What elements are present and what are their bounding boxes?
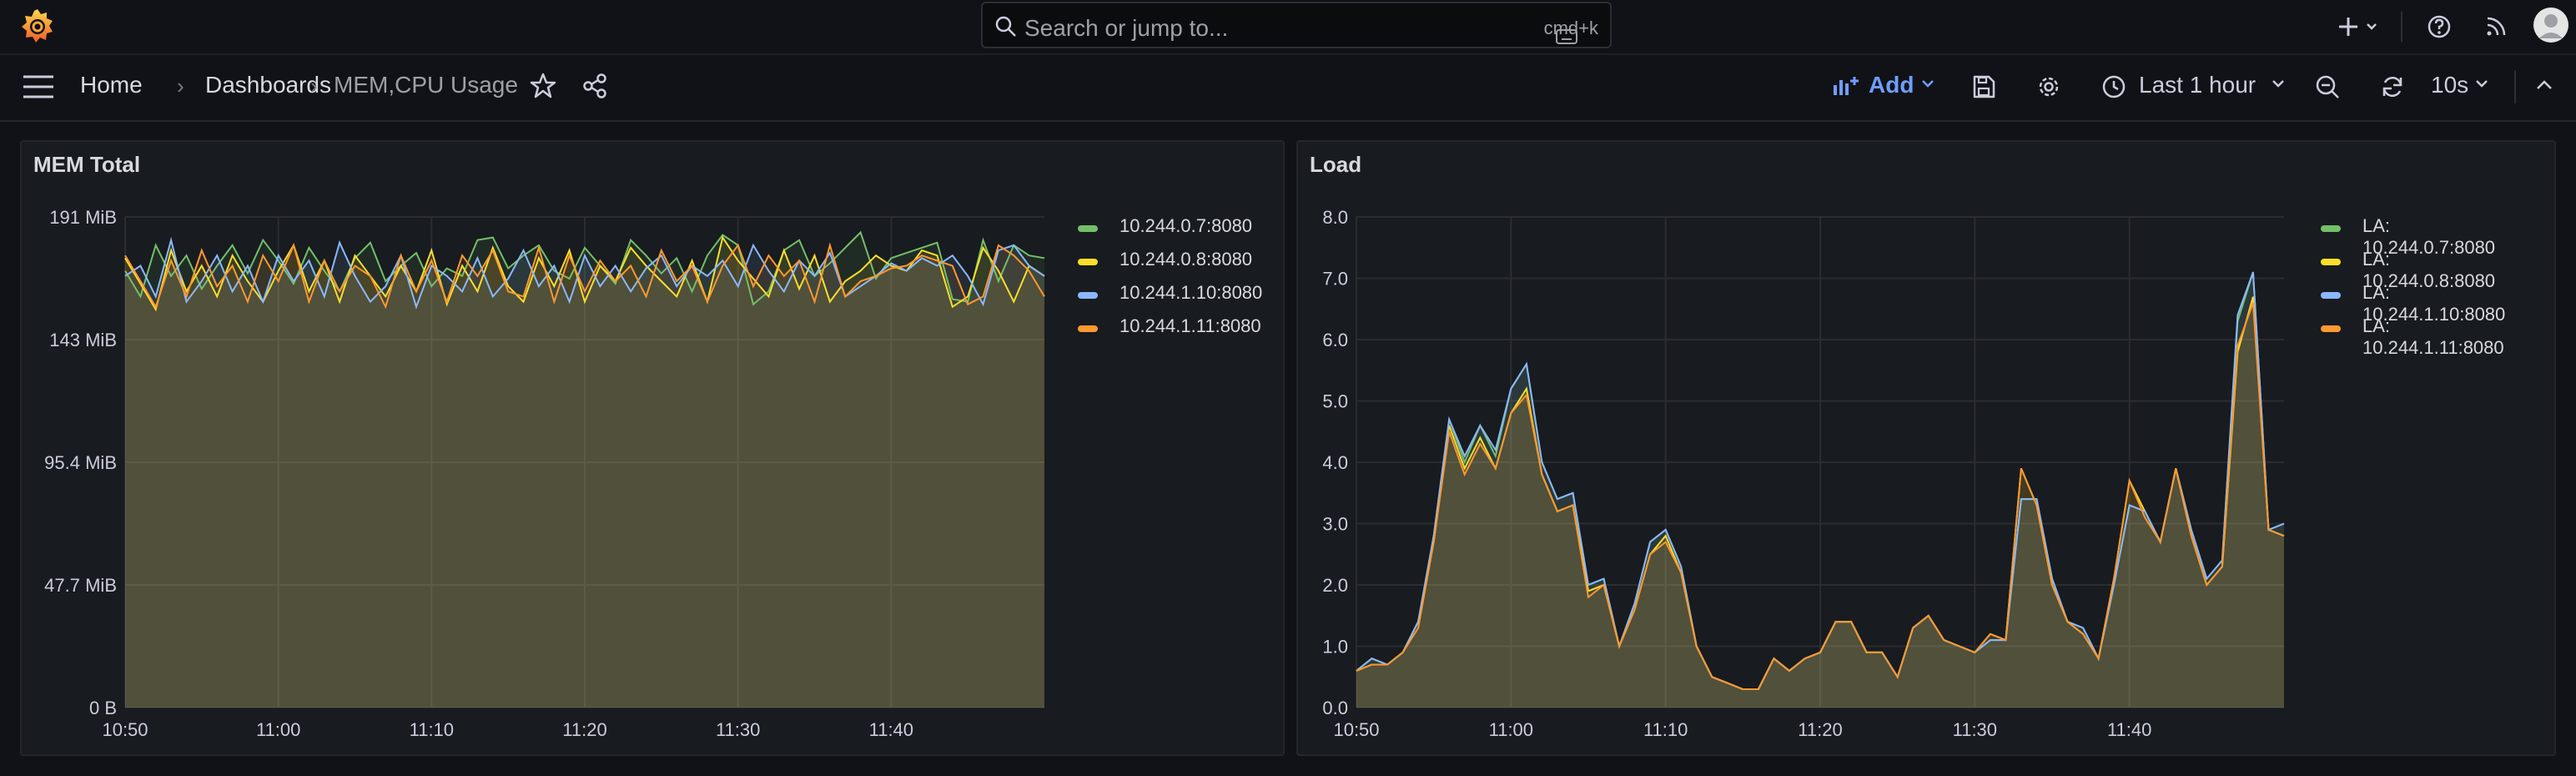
settings-button[interactable]: [2035, 73, 2062, 104]
zoom-out-button[interactable]: [2314, 73, 2341, 104]
legend-label: LA: 10.244.1.11:8080: [2362, 315, 2504, 358]
share-button[interactable]: [581, 72, 609, 104]
legend-swatch-icon: [1078, 225, 1098, 232]
save-dashboard-button[interactable]: [1970, 73, 1997, 104]
breadcrumb-current: MEM,CPU Usage: [334, 72, 518, 98]
help-button[interactable]: [2423, 10, 2456, 43]
legend-label: 10.244.1.11:8080: [1119, 315, 1261, 336]
gear-icon: [2039, 77, 2059, 97]
y-tick-label: 3.0: [1322, 514, 1348, 535]
breadcrumb-separator-icon: ›: [177, 73, 184, 98]
add-chevron-down-icon: [1920, 78, 1935, 94]
search-input[interactable]: Search or jump to... cmd+k: [981, 2, 1612, 48]
plus-icon: [2339, 18, 2377, 36]
y-tick-label: 47.7 MiB: [44, 575, 117, 596]
zoom-out-icon: [2316, 75, 2339, 98]
divider: [2401, 12, 2402, 42]
y-tick-label: 0.0: [1322, 698, 1348, 718]
help-icon: [2428, 15, 2451, 38]
clock-icon: [2102, 75, 2126, 98]
x-tick-label: 11:10: [1643, 719, 1688, 740]
refresh-interval-label[interactable]: 10s: [2431, 72, 2468, 98]
x-tick-label: 11:30: [716, 719, 760, 740]
panel-load[interactable]: Load 0.0 1.0 2.0 3.0 4.0 5.0 6.0 7.0 8.0 10:50 11:…: [1296, 140, 2556, 756]
time-range-label[interactable]: Last 1 hour: [2139, 72, 2256, 98]
grafana-logo-icon[interactable]: [18, 7, 57, 51]
breadcrumb-separator-icon: ›: [310, 73, 318, 98]
x-tick-label: 10:50: [102, 719, 148, 740]
new-menu-button[interactable]: [2334, 10, 2384, 43]
legend-swatch-icon: [1078, 325, 1098, 332]
menu-toggle-button[interactable]: [22, 72, 55, 106]
y-tick-label: 6.0: [1322, 330, 1348, 350]
time-range-chevron-down-icon: [2271, 78, 2286, 94]
x-tick-label: 11:00: [1489, 719, 1533, 740]
x-tick-label: 11:20: [562, 719, 606, 740]
x-tick-label: 11:00: [256, 719, 300, 740]
y-tick-label: 143 MiB: [49, 330, 117, 350]
divider: [2514, 70, 2516, 103]
mem-total-chart: 0 B 47.7 MiB 95.4 MiB 143 MiB 191 MiB 10:50 11…: [44, 207, 1045, 740]
star-icon: [530, 73, 556, 98]
legend-label: 10.244.1.10:8080: [1119, 282, 1263, 303]
x-tick-label: 11:10: [410, 719, 454, 740]
favorite-button[interactable]: [529, 72, 557, 104]
legend-label: 10.244.0.8:8080: [1119, 249, 1253, 270]
y-tick-label: 95.4 MiB: [44, 452, 117, 473]
x-tick-label: 10:50: [1333, 719, 1379, 740]
series-area: [125, 244, 1044, 708]
x-tick-label: 11:40: [869, 719, 913, 740]
legend-label: 10.244.0.7:8080: [1119, 215, 1253, 236]
legend-swatch-icon: [2321, 259, 2341, 265]
refresh-interval-chevron-down-icon: [2474, 78, 2489, 94]
time-picker-button[interactable]: [2101, 73, 2127, 104]
y-tick-label: 2.0: [1322, 575, 1348, 596]
refresh-icon: [2382, 77, 2402, 97]
add-panel-icon: [1834, 77, 1859, 95]
x-tick-label: 11:40: [2107, 719, 2151, 740]
legend-swatch-icon: [2321, 225, 2341, 232]
y-tick-label: 1.0: [1322, 637, 1348, 658]
panel-mem-total[interactable]: MEM Total 0 B 47.7 MiB 95.4 MiB 143 MiB 191 …: [20, 140, 1285, 756]
y-tick-label: 7.0: [1322, 269, 1348, 290]
add-panel-button[interactable]: [1832, 73, 1860, 103]
hamburger-icon: [23, 75, 53, 98]
collapse-toolbar-button[interactable]: [2534, 77, 2554, 98]
user-avatar[interactable]: [2533, 7, 2569, 43]
share-icon: [583, 73, 606, 98]
breadcrumb-home[interactable]: Home: [80, 72, 143, 98]
y-tick-label: 5.0: [1322, 391, 1348, 412]
search-shortcut: cmd+k: [1544, 18, 1598, 44]
keyboard-icon: [1555, 29, 1577, 44]
avatar-icon: [2533, 8, 2568, 43]
legend-swatch-icon: [2321, 325, 2341, 332]
y-tick-label: 8.0: [1322, 207, 1348, 228]
refresh-button[interactable]: [2379, 73, 2406, 104]
x-tick-label: 11:30: [1953, 719, 1997, 740]
legend-swatch-icon: [1078, 292, 1098, 299]
y-tick-label: 191 MiB: [49, 207, 117, 228]
legend-swatch-icon: [2321, 292, 2341, 299]
x-tick-label: 11:20: [1798, 719, 1842, 740]
add-button-label[interactable]: Add: [1869, 72, 1914, 98]
top-bar: Search or jump to... cmd+k: [0, 0, 2576, 55]
legend-swatch-icon: [1078, 259, 1098, 265]
save-icon: [1973, 75, 1995, 98]
search-placeholder: Search or jump to...: [1024, 15, 1229, 41]
search-icon: [995, 16, 1016, 37]
news-button[interactable]: [2479, 10, 2513, 43]
rss-icon: [2487, 17, 2506, 36]
chevron-up-icon: [2537, 80, 2552, 89]
y-tick-label: 0 B: [89, 698, 117, 718]
y-tick-label: 4.0: [1322, 452, 1348, 473]
